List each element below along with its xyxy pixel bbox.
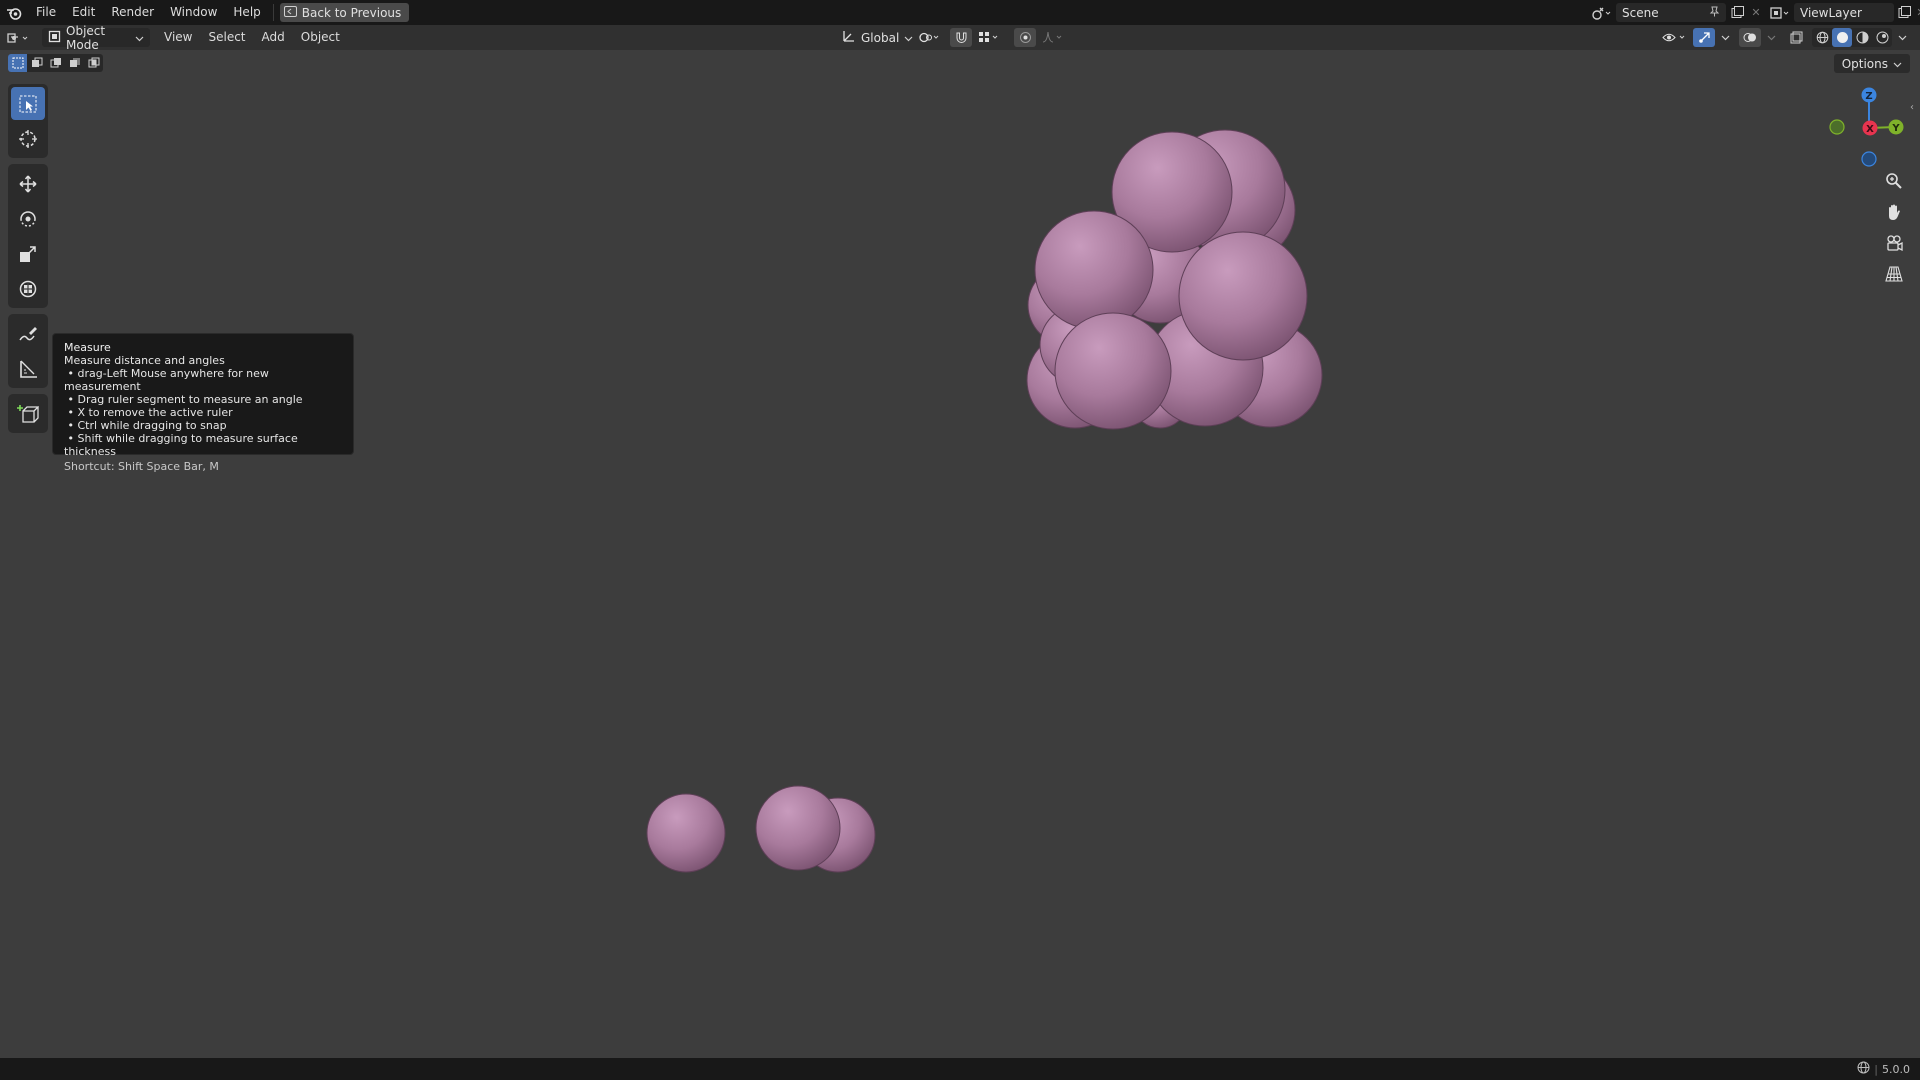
scene-objects — [646, 129, 1323, 873]
measure-tool-icon[interactable] — [11, 352, 45, 385]
cursor-tool-icon[interactable] — [11, 122, 45, 155]
tool-shelf — [8, 84, 48, 439]
tooltip-shortcut: Shortcut: Shift Space Bar, M — [64, 460, 219, 473]
tooltip-description: Measure distance and angles — [64, 354, 225, 367]
version-label: 5.0.0 — [1882, 1062, 1910, 1076]
options-dropdown[interactable]: Options — [1833, 54, 1910, 73]
tooltip-bullet: • Shift while dragging to measure surfac… — [64, 432, 298, 458]
sphere-pair[interactable] — [755, 785, 876, 873]
tool-group-annotate — [8, 314, 48, 388]
pan-hand-icon[interactable] — [1880, 199, 1908, 224]
camera-view-icon[interactable] — [1880, 230, 1908, 255]
rotate-tool-icon[interactable] — [11, 202, 45, 235]
network-globe-icon[interactable] — [1857, 1061, 1870, 1077]
tooltip-bullet: • X to remove the active ruler — [64, 406, 233, 419]
annotate-tool-icon[interactable] — [11, 317, 45, 350]
chevron-down-icon — [1893, 57, 1902, 71]
select-intersect-icon[interactable] — [84, 54, 103, 72]
tooltip-bullet: • Ctrl while dragging to snap — [64, 419, 227, 432]
tooltip-bullet: • Drag ruler segment to measure an angle — [64, 393, 303, 406]
navigation-gizmo[interactable]: Z Y X — [1820, 84, 1915, 169]
zoom-icon[interactable] — [1880, 168, 1908, 193]
select-new-icon[interactable] — [8, 54, 27, 72]
gizmo-z-label: Z — [1865, 91, 1872, 102]
sphere-cluster-large[interactable] — [1026, 129, 1323, 430]
transform-tool-icon[interactable] — [11, 272, 45, 305]
select-subtract-icon[interactable] — [46, 54, 65, 72]
tool-group-add — [8, 394, 48, 433]
navigation-controls — [1880, 168, 1912, 286]
gizmo-x-label: X — [1866, 124, 1874, 135]
status-divider: | — [1874, 1062, 1878, 1076]
scale-tool-icon[interactable] — [11, 237, 45, 270]
options-label: Options — [1841, 56, 1888, 71]
select-box-tool-icon[interactable] — [11, 87, 45, 120]
tooltip-title: Measure — [64, 341, 111, 354]
tooltip-bullet: • drag-Left Mouse anywhere for new measu… — [64, 367, 269, 393]
status-bar: | 5.0.0 — [0, 1058, 1920, 1080]
tool-group-select — [8, 84, 48, 158]
select-extend-icon[interactable] — [27, 54, 46, 72]
add-cube-tool-icon[interactable] — [11, 397, 45, 430]
selection-mode-group — [8, 54, 103, 72]
tool-group-transform — [8, 164, 48, 308]
sphere-small-left[interactable] — [646, 793, 726, 873]
perspective-toggle-icon[interactable] — [1880, 261, 1908, 286]
measure-tooltip: Measure Measure distance and angles • dr… — [52, 333, 354, 473]
select-invert-icon[interactable] — [65, 54, 84, 72]
gizmo-y-label: Y — [1891, 123, 1900, 134]
move-tool-icon[interactable] — [11, 167, 45, 200]
gizmo-negative-z-axis[interactable] — [1861, 151, 1877, 167]
gizmo-negative-y-axis[interactable] — [1829, 119, 1845, 135]
